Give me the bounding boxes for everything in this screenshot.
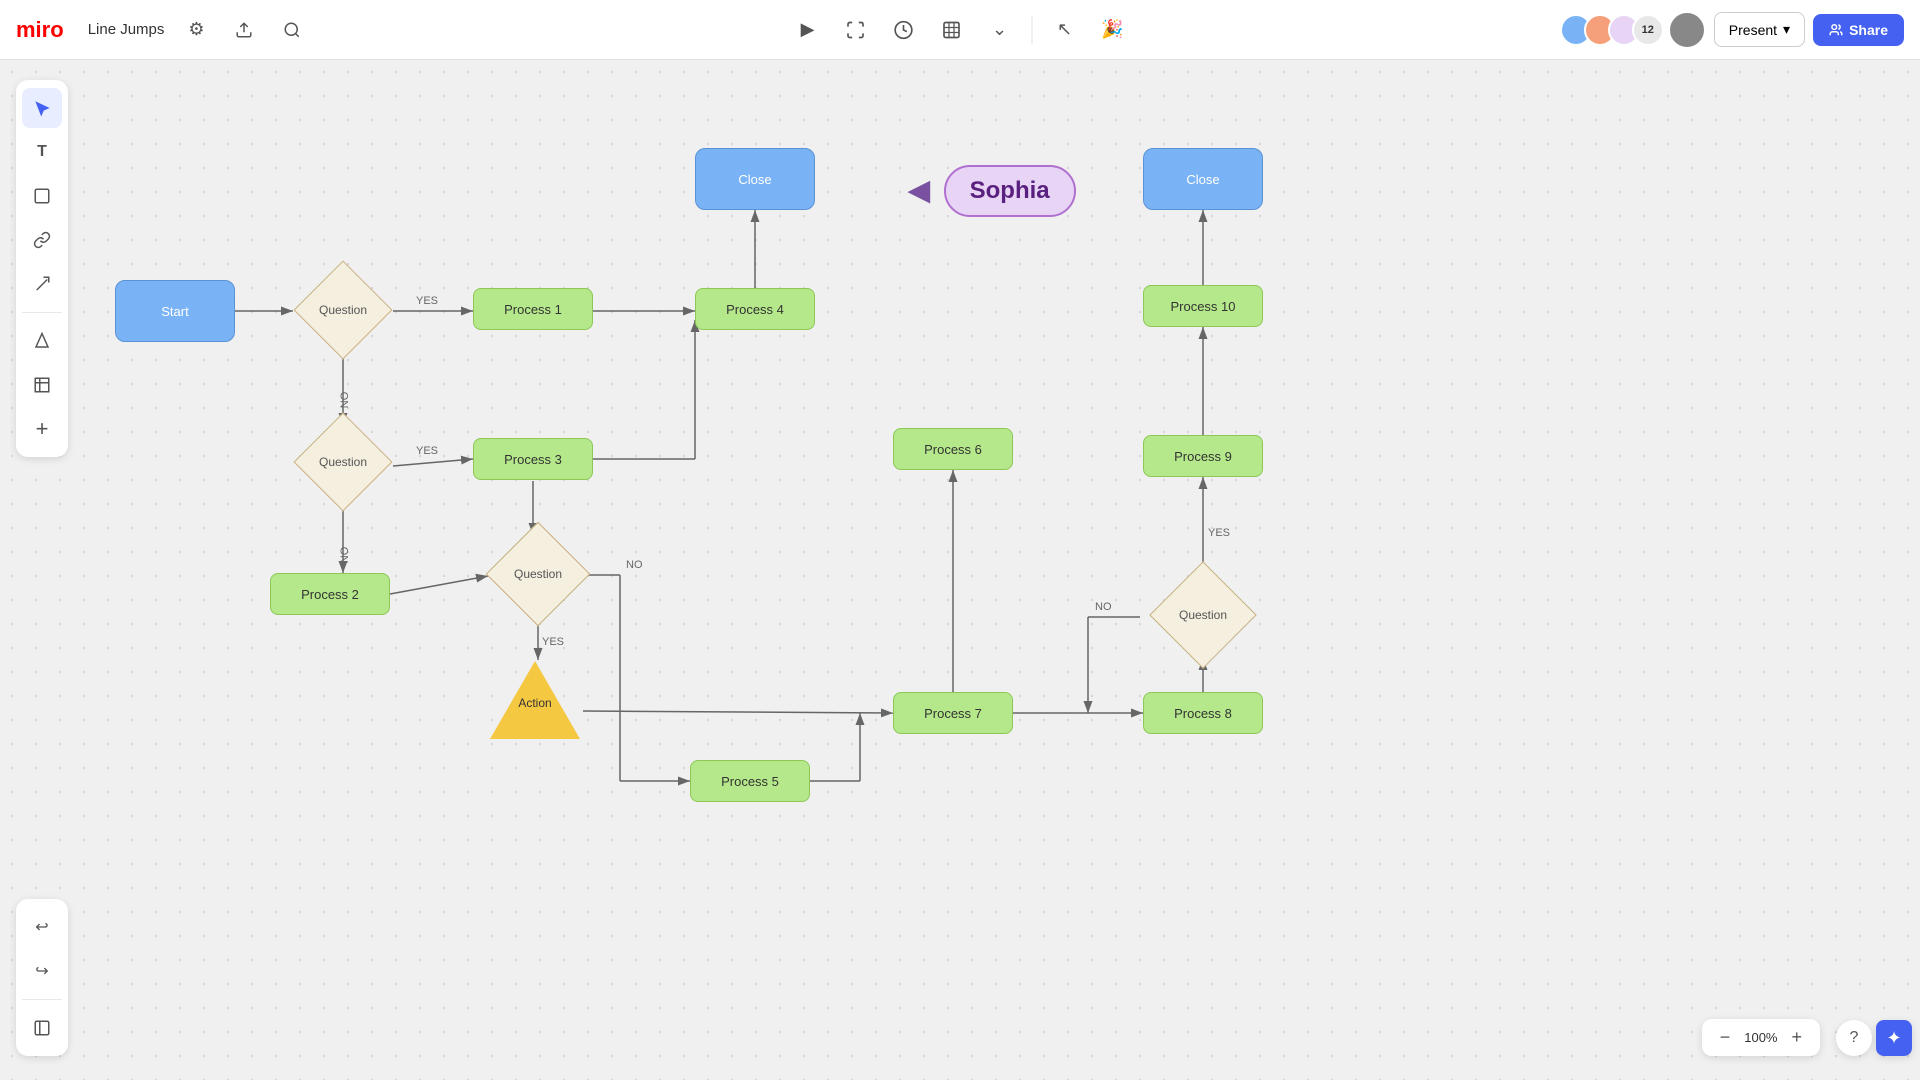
zoom-level: 100% [1744, 1030, 1777, 1045]
upload-button[interactable] [228, 14, 260, 46]
magic-button[interactable]: ✦ [1876, 1020, 1912, 1056]
process8-node[interactable]: Process 8 [1143, 692, 1263, 734]
zoom-controls: − 100% + [1702, 1019, 1820, 1056]
header-right: 12 Present ▾ Share [1560, 11, 1904, 49]
cursor-tool[interactable] [22, 88, 62, 128]
zoom-in-button[interactable]: + [1785, 1025, 1808, 1050]
share-button[interactable]: Share [1813, 14, 1904, 46]
zoom-out-button[interactable]: − [1714, 1025, 1737, 1050]
divider-1 [22, 312, 62, 313]
question2-node[interactable]: Question [283, 420, 403, 504]
sticky-tool[interactable] [22, 176, 62, 216]
svg-text:YES: YES [1208, 527, 1230, 539]
center-toolbar: ▶ ⌄ ↖ 🎉 [788, 10, 1133, 50]
question4-node[interactable]: Question [1143, 570, 1263, 660]
process6-node[interactable]: Process 6 [893, 428, 1013, 470]
bottom-left-toolbar: ↩ ↪ [16, 899, 68, 1056]
frame-icon[interactable] [932, 10, 972, 50]
close2-node[interactable]: Close [1143, 148, 1263, 210]
text-tool[interactable]: T [22, 132, 62, 172]
left-toolbar: T + [16, 80, 68, 457]
close1-node[interactable]: Close [695, 148, 815, 210]
start-node[interactable]: Start [115, 280, 235, 342]
forward-icon[interactable]: ▶ [788, 10, 828, 50]
process3-node[interactable]: Process 3 [473, 438, 593, 480]
miro-logo: miro [16, 17, 64, 43]
current-user-avatar [1668, 11, 1706, 49]
search-button[interactable] [276, 14, 308, 46]
svg-text:NO: NO [1095, 601, 1112, 613]
process7-node[interactable]: Process 7 [893, 692, 1013, 734]
shapes-tool[interactable] [22, 321, 62, 361]
process9-node[interactable]: Process 9 [1143, 435, 1263, 477]
timer-icon[interactable] [884, 10, 924, 50]
svg-text:YES: YES [416, 445, 438, 457]
question3-node[interactable]: Question [478, 530, 598, 618]
canvas[interactable]: YES NO YES NO YES NO [0, 60, 1920, 1080]
svg-text:YES: YES [416, 295, 438, 307]
panel-tool[interactable] [22, 1008, 62, 1048]
svg-text:NO: NO [339, 391, 351, 408]
svg-text:NO: NO [626, 559, 643, 571]
process4-node[interactable]: Process 4 [695, 288, 815, 330]
process1-node[interactable]: Process 1 [473, 288, 593, 330]
process2-node[interactable]: Process 2 [270, 573, 390, 615]
header: miro Line Jumps ⚙ ▶ ⌄ ↖ 🎉 12 Presen [0, 0, 1920, 60]
sophia-callout: ◄ Sophia [900, 165, 1076, 217]
fullscreen-icon[interactable] [836, 10, 876, 50]
undo-tool[interactable]: ↩ [22, 907, 62, 947]
action-node[interactable]: Action [490, 660, 580, 740]
pen-tool[interactable] [22, 264, 62, 304]
crop-tool[interactable] [22, 365, 62, 405]
sophia-arrow-icon: ◄ [900, 172, 938, 210]
svg-text:YES: YES [542, 636, 564, 648]
sophia-label: Sophia [944, 165, 1076, 217]
svg-text:NO: NO [339, 546, 351, 563]
question1-node[interactable]: Question [283, 268, 403, 352]
process10-node[interactable]: Process 10 [1143, 285, 1263, 327]
more-icon[interactable]: ⌄ [980, 10, 1020, 50]
add-tool[interactable]: + [22, 409, 62, 449]
cursor-icon[interactable]: ↖ [1045, 10, 1085, 50]
redo-tool[interactable]: ↪ [22, 951, 62, 991]
present-button[interactable]: Present ▾ [1714, 12, 1805, 47]
help-button[interactable]: ? [1836, 1020, 1872, 1056]
process5-node[interactable]: Process 5 [690, 760, 810, 802]
avatar-group: 12 [1560, 11, 1706, 49]
settings-button[interactable]: ⚙ [180, 14, 212, 46]
board-name[interactable]: Line Jumps [88, 21, 165, 38]
party-icon[interactable]: 🎉 [1093, 10, 1133, 50]
link-tool[interactable] [22, 220, 62, 260]
avatar-count: 12 [1632, 14, 1664, 46]
